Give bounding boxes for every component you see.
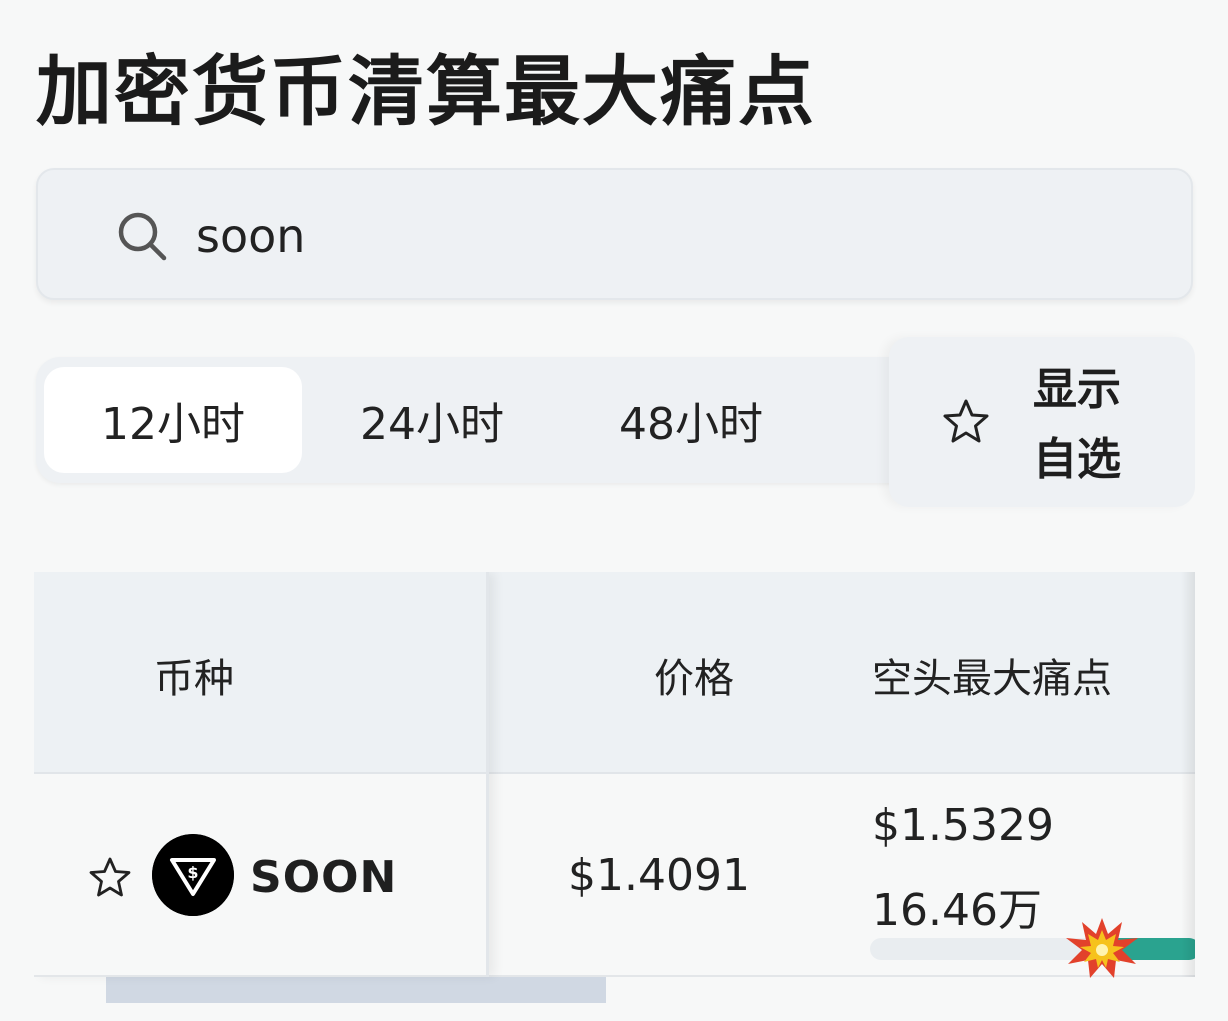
horizontal-scrollbar[interactable] [106,977,606,1003]
search-box[interactable] [36,168,1193,300]
search-icon [118,212,167,261]
show-favorites-label: 显示自选 [1033,364,1121,485]
page: 加密货币清算最大痛点 12小时 24小时 48小时 3 显示自选 币种 价格 空… [0,0,1228,1021]
coin-price: $1.4091 [568,850,750,901]
timeframe-tabs: 12小时 24小时 48小时 3 [36,357,916,483]
tab-24h[interactable]: 24小时 [303,367,561,473]
tab-12h[interactable]: 12小时 [44,367,302,473]
short-pain-price: $1.5329 [872,800,1054,851]
page-title: 加密货币清算最大痛点 [36,47,816,136]
header-price[interactable]: 价格 [654,646,734,704]
header-short-max-pain[interactable]: 空头最大痛点 [872,646,1112,704]
scroll-edge-shadow [1181,572,1195,977]
short-pain-bar [870,938,1195,960]
show-favorites-toggle[interactable]: 显示自选 [889,337,1195,507]
explosion-icon [1066,918,1138,978]
star-outline-icon [943,399,989,443]
sticky-column-divider [34,572,489,977]
search-input[interactable] [196,200,1096,272]
max-pain-table: 币种 价格 空头最大痛点 $ SOON $1.4091 $1.5329 16.4… [34,572,1195,1003]
short-pain-amount: 16.46万 [872,885,1042,936]
